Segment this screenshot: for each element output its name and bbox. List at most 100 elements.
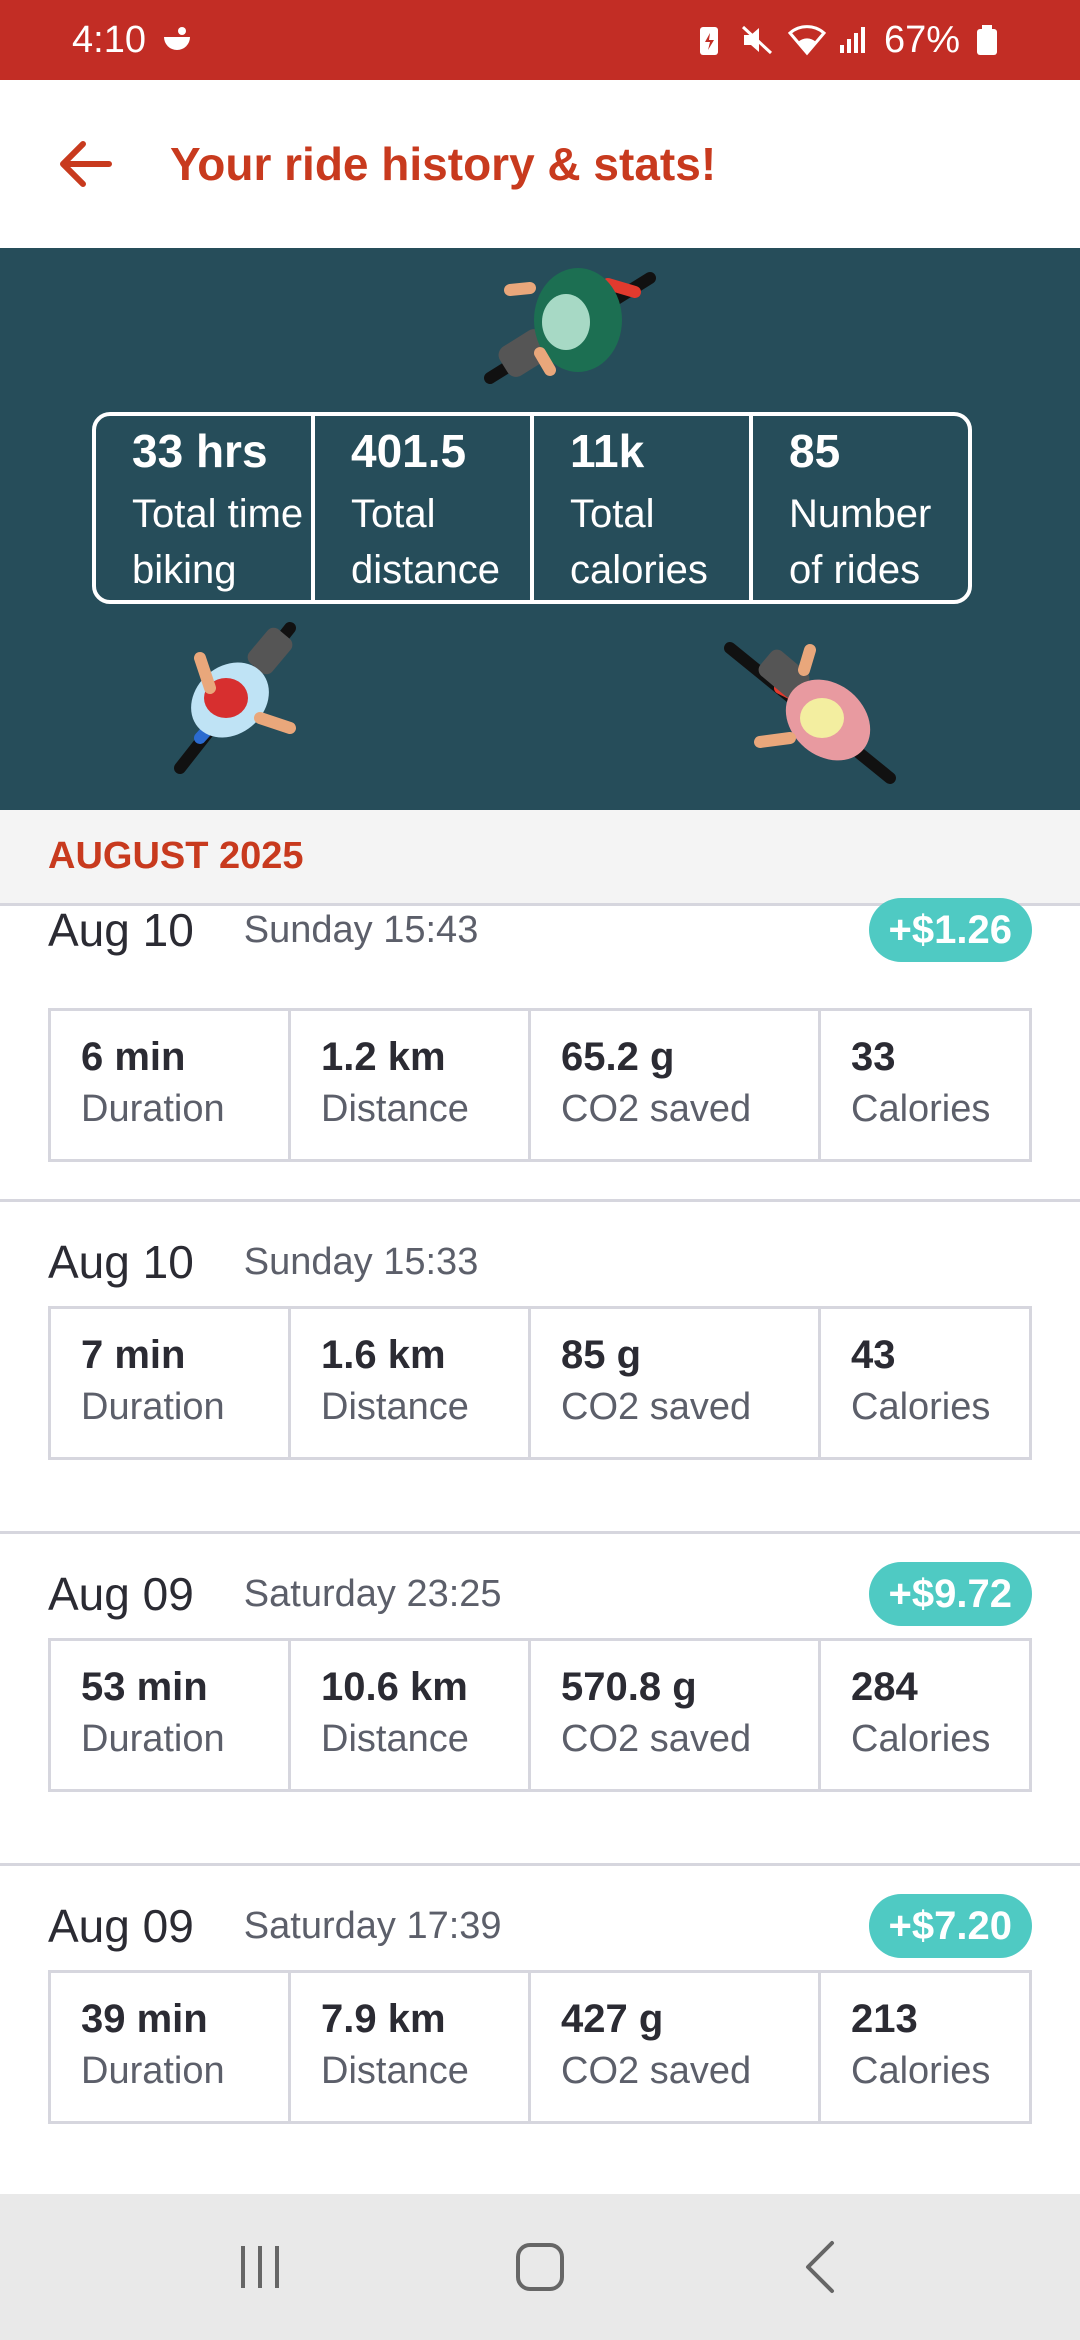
stat-label: Total calories: [570, 492, 708, 592]
metric-calories: 284 Calories: [821, 1641, 1029, 1789]
app-header: Your ride history & stats!: [0, 80, 1080, 248]
ride-header: Aug 10 Sunday 15:33: [48, 1224, 1032, 1300]
status-left: 4:10: [72, 19, 194, 62]
metric-value: 65.2 g: [561, 1035, 675, 1079]
ride-date: Aug 09: [48, 1900, 194, 1952]
stat-value: 11k: [570, 425, 645, 477]
metric-distance: 1.2 km Distance: [291, 1011, 531, 1159]
ride-metrics: 6 min Duration 1.2 km Distance 65.2 g CO2 s…: [48, 1008, 1032, 1162]
battery-percent: 67%: [883, 18, 960, 61]
metric-label: Duration: [81, 2050, 225, 2092]
recent-apps-button[interactable]: [200, 2217, 320, 2317]
stat-label: Total time biking: [132, 492, 304, 592]
wifi-icon: [787, 23, 827, 57]
signal-icon: [836, 23, 870, 57]
reward-badge: +$7.20: [868, 1894, 1032, 1958]
stat-value: 401.5: [351, 425, 467, 477]
ride-header: Aug 10 Sunday 15:43 +$1.26: [48, 892, 1032, 968]
metric-co2: 65.2 g CO2 saved: [531, 1011, 821, 1159]
metric-label: Calories: [851, 1088, 991, 1130]
cyclist-illustration: [484, 268, 656, 384]
arrow-left-icon: [60, 141, 112, 187]
metric-label: Duration: [81, 1718, 225, 1760]
stat-value: 85: [789, 425, 841, 477]
cyclist-illustration: [724, 642, 896, 784]
battery-saver-icon: [692, 23, 726, 57]
metric-distance: 1.6 km Distance: [291, 1309, 531, 1457]
metric-calories: 213 Calories: [821, 1973, 1029, 2121]
system-back-button[interactable]: [760, 2217, 880, 2317]
metric-value: 10.6 km: [321, 1665, 468, 1709]
status-right: 67%: [692, 19, 1008, 62]
metric-value: 85 g: [561, 1333, 642, 1377]
stats-summary: 33 hrs Total time biking 401.5 Total dis…: [92, 412, 972, 604]
metric-duration: 6 min Duration: [51, 1011, 291, 1159]
metric-label: CO2 saved: [561, 1386, 752, 1428]
cyclist-illustration: [174, 622, 296, 774]
stat-number-of-rides: 85 Number of rides: [753, 416, 968, 600]
metric-co2: 570.8 g CO2 saved: [531, 1641, 821, 1789]
metric-value: 570.8 g: [561, 1665, 697, 1709]
metric-value: 43: [851, 1333, 896, 1377]
metric-value: 284: [851, 1665, 918, 1709]
ride-header: Aug 09 Saturday 17:39 +$7.20: [48, 1888, 1032, 1964]
month-label: AUGUST 2025: [48, 835, 304, 877]
stat-total-calories: 11k Total calories: [534, 416, 753, 600]
ride-metrics: 53 min Duration 10.6 km Distance 570.8 g CO…: [48, 1638, 1032, 1792]
status-time: 4:10: [72, 18, 146, 61]
ride-date: Aug 10: [48, 904, 194, 956]
reward-badge: +$1.26: [868, 898, 1032, 962]
metric-value: 1.6 km: [321, 1333, 446, 1377]
reward-badge: +$9.72: [868, 1562, 1032, 1626]
status-bar: 4:10 67%: [0, 0, 1080, 80]
ride-time: Sunday 15:43: [243, 908, 479, 951]
ride-time: Saturday 23:25: [243, 1572, 502, 1615]
metric-label: Duration: [81, 1386, 225, 1428]
metric-value: 39 min: [81, 1997, 208, 2041]
metric-co2: 427 g CO2 saved: [531, 1973, 821, 2121]
ride-item[interactable]: Aug 09 Saturday 17:39 +$7.20 39 min Durat…: [0, 1866, 1080, 2198]
stat-value: 33 hrs: [132, 425, 268, 477]
ride-item[interactable]: Aug 10 Sunday 15:43 +$1.26 6 min Duration…: [0, 898, 1080, 1202]
metric-duration: 39 min Duration: [51, 1973, 291, 2121]
ride-time: Saturday 17:39: [243, 1904, 502, 1947]
stat-total-time: 33 hrs Total time biking: [96, 416, 315, 600]
app-notification-icon: [160, 23, 194, 57]
back-button[interactable]: [30, 109, 140, 219]
metric-label: Calories: [851, 1386, 991, 1428]
metric-label: Distance: [321, 1088, 469, 1130]
battery-icon: [974, 23, 1008, 57]
metric-value: 6 min: [81, 1035, 186, 1079]
metric-value: 1.2 km: [321, 1035, 446, 1079]
metric-value: 213: [851, 1997, 918, 2041]
metric-label: Distance: [321, 2050, 469, 2092]
ride-item[interactable]: Aug 10 Sunday 15:33 7 min Duration 1.6 km…: [0, 1202, 1080, 1534]
home-button[interactable]: [480, 2217, 600, 2317]
metric-label: Calories: [851, 1718, 991, 1760]
ride-list: Aug 10 Sunday 15:43 +$1.26 6 min Duration…: [0, 898, 1080, 2198]
metric-label: Distance: [321, 1386, 469, 1428]
system-nav-bar: [0, 2194, 1080, 2340]
metric-value: 33: [851, 1035, 896, 1079]
metric-label: CO2 saved: [561, 1718, 752, 1760]
back-icon: [806, 2241, 834, 2293]
ride-item[interactable]: Aug 09 Saturday 23:25 +$9.72 53 min Durat…: [0, 1534, 1080, 1866]
ride-metrics: 39 min Duration 7.9 km Distance 427 g CO2 s…: [48, 1970, 1032, 2124]
recent-apps-icon: [241, 2246, 279, 2288]
metric-value: 427 g: [561, 1997, 664, 2041]
metric-duration: 7 min Duration: [51, 1309, 291, 1457]
stat-total-distance: 401.5 Total distance: [315, 416, 534, 600]
ride-date: Aug 10: [48, 1236, 194, 1288]
metric-value: 7.9 km: [321, 1997, 446, 2041]
metric-value: 7 min: [81, 1333, 186, 1377]
metric-label: CO2 saved: [561, 1088, 752, 1130]
stat-label: Number of rides: [789, 492, 932, 592]
home-icon: [516, 2243, 564, 2291]
ride-header: Aug 09 Saturday 23:25 +$9.72: [48, 1556, 1032, 1632]
stat-label: Total distance: [351, 492, 500, 592]
ride-time: Sunday 15:33: [243, 1240, 479, 1283]
metric-calories: 33 Calories: [821, 1011, 1029, 1159]
ride-metrics: 7 min Duration 1.6 km Distance 85 g CO2 sav…: [48, 1306, 1032, 1460]
metric-calories: 43 Calories: [821, 1309, 1029, 1457]
metric-co2: 85 g CO2 saved: [531, 1309, 821, 1457]
